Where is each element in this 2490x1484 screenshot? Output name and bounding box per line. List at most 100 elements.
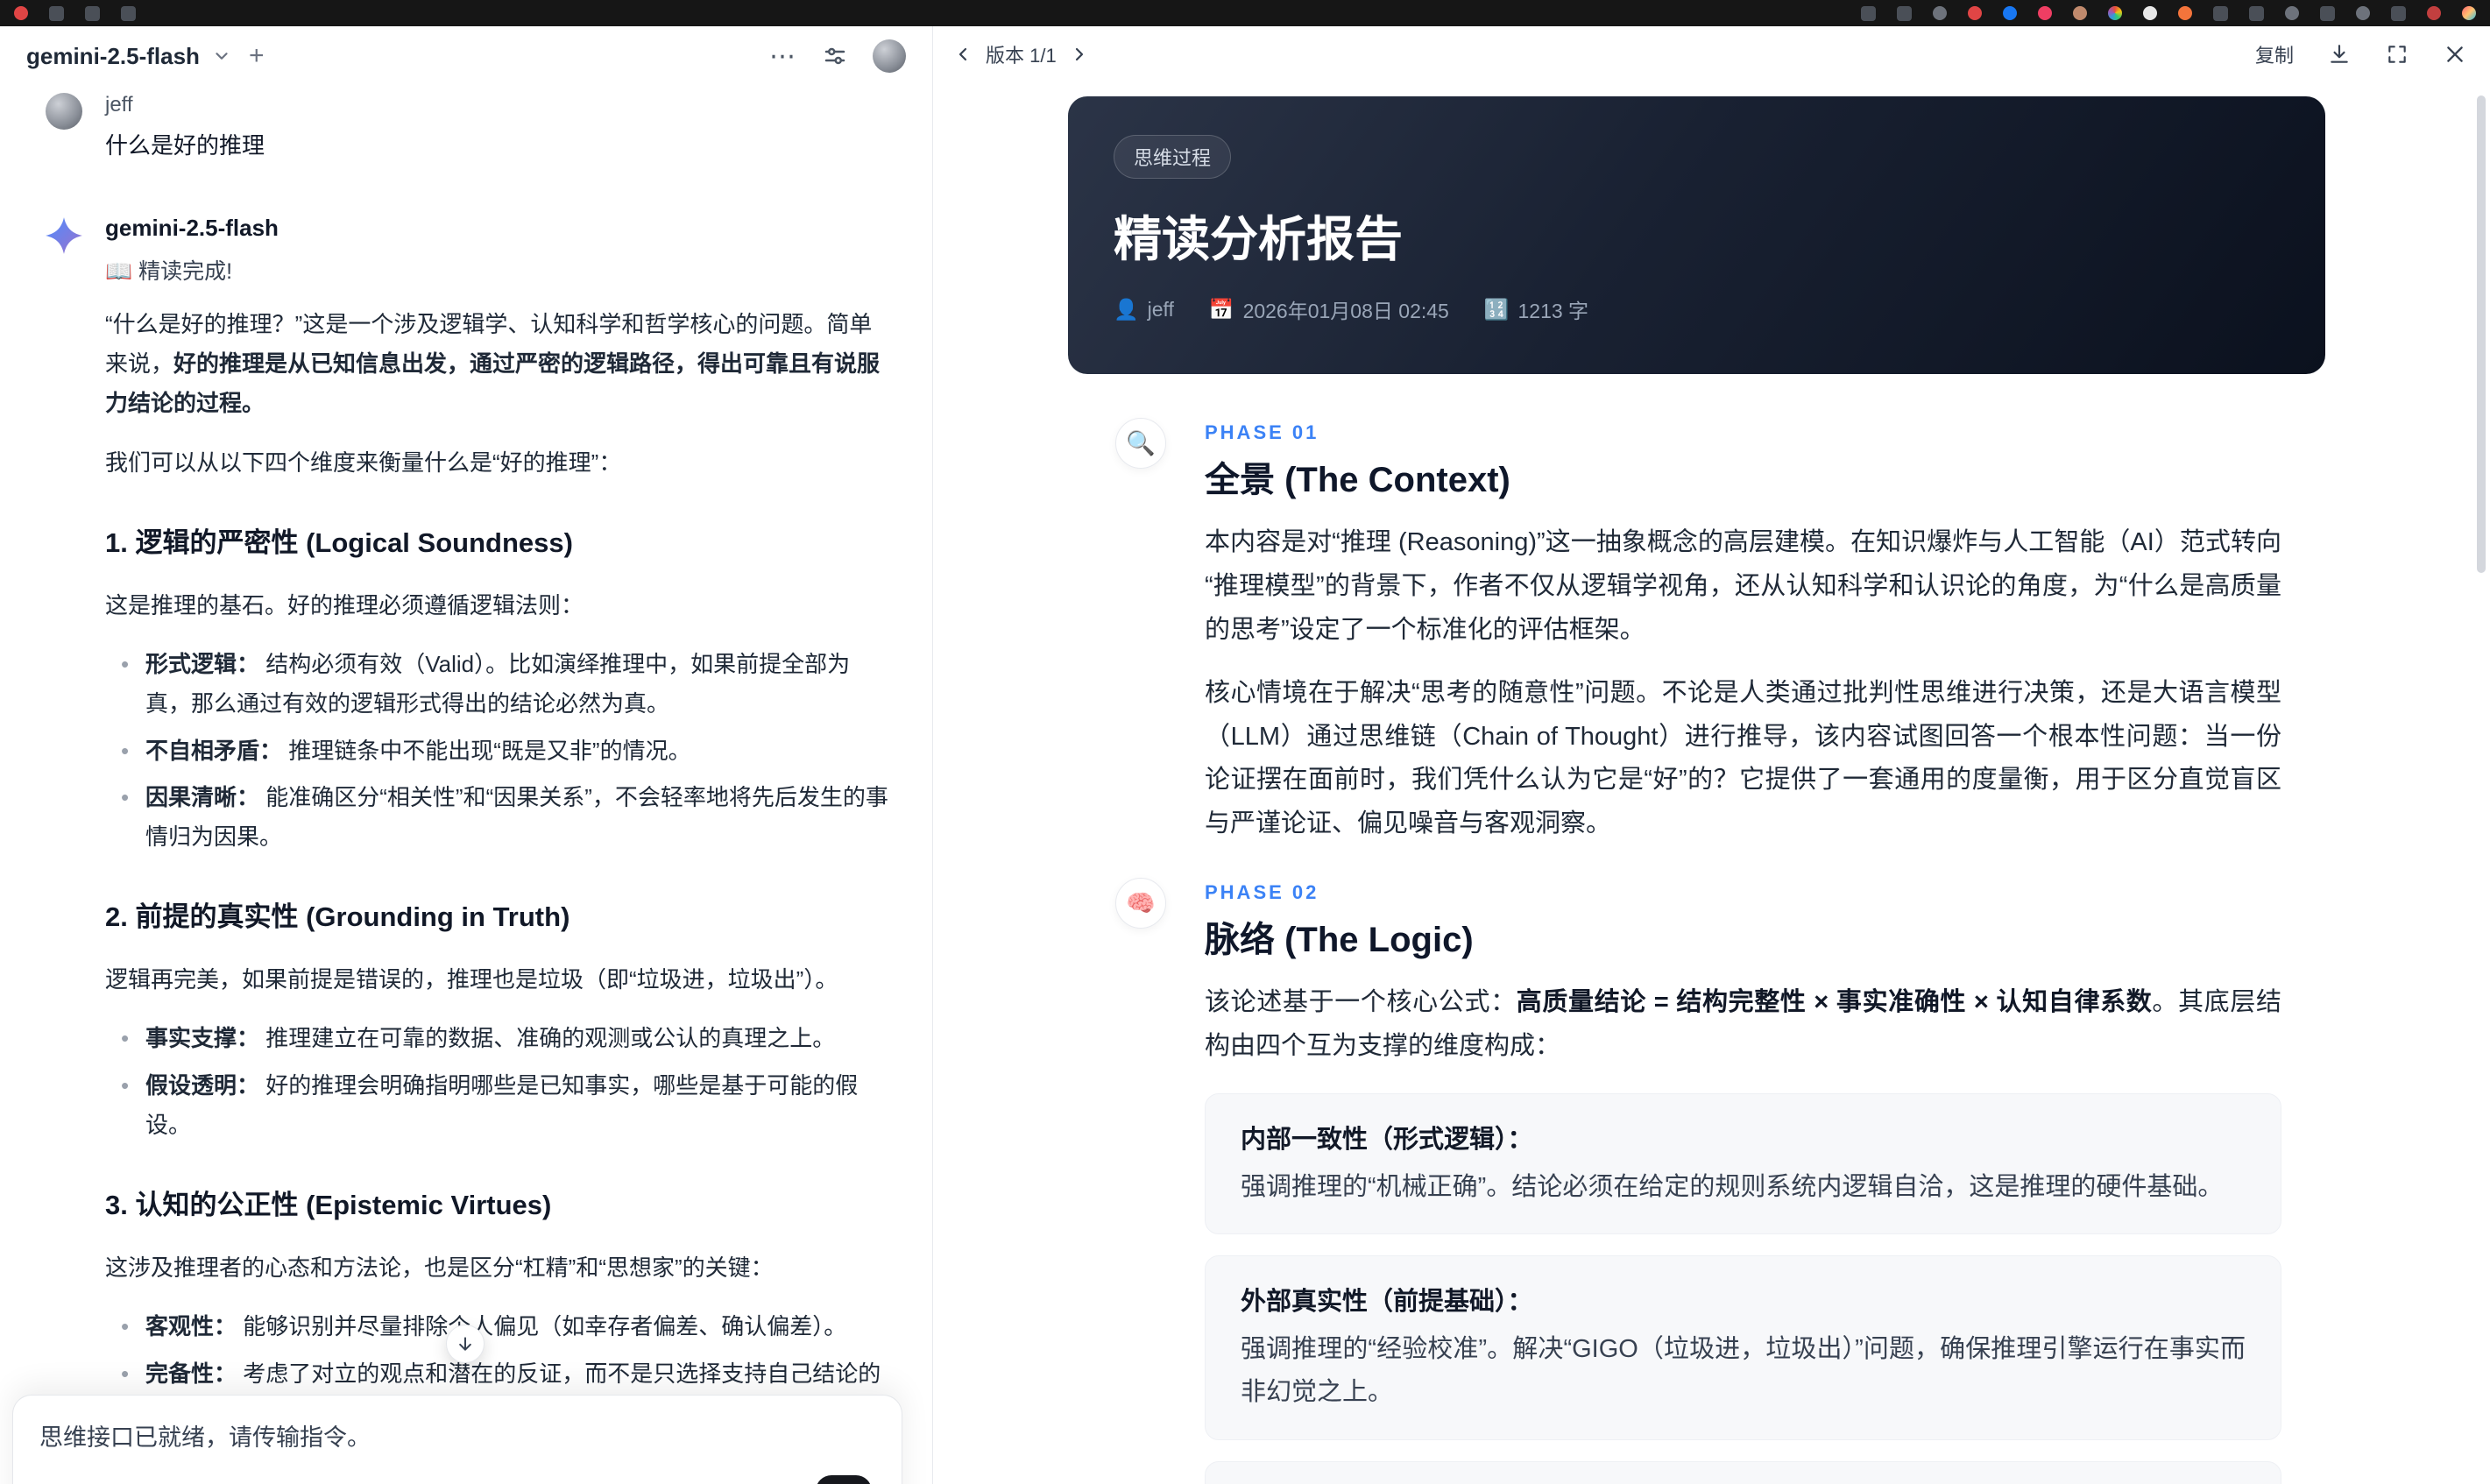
- copy-button[interactable]: 复制: [2255, 40, 2294, 68]
- extension-icon[interactable]: [2356, 6, 2370, 20]
- extension-icon[interactable]: [2249, 5, 2264, 21]
- model-selector[interactable]: gemini-2.5-flash: [26, 43, 200, 70]
- chevron-down-icon[interactable]: [212, 46, 231, 66]
- extension-icon[interactable]: [2178, 6, 2192, 20]
- assistant-message: gemini-2.5-flash 📖 精读完成! “什么是好的推理？”这是一个涉…: [45, 215, 889, 1484]
- list-item: 形式逻辑： 结构必须有效（Valid）。比如演绎推理中，如果前提全部为真，那么通…: [116, 645, 889, 724]
- arrow-down-icon: [459, 1337, 471, 1351]
- section-desc: 这涉及推理者的心态和方法论，也是区分“杠精”和“思想家”的关键：: [105, 1254, 774, 1282]
- section-heading: 3. 认知的公正性 (Epistemic Virtues): [105, 1190, 552, 1221]
- composer-input[interactable]: 思维接口已就绪，请传输指令。: [39, 1418, 875, 1452]
- artifact-toolbar: 版本 1/1 复制: [933, 26, 2490, 82]
- artifact-panel: 版本 1/1 复制 思维过程 精读分析报告 👤 jeff 📅 2026年01月0…: [932, 26, 2490, 1484]
- dimension-card: 主体伦理（认识美德）： 转向推理者的心理特征。引入奥卡姆剃刀和反向论证，旨在克服…: [1205, 1460, 2281, 1484]
- report-title: 精读分析报告: [1114, 212, 1404, 266]
- intro-paragraph: “什么是好的推理？”这是一个涉及逻辑学、认知科学和哲学核心的问题。简单来说，好的…: [105, 311, 881, 417]
- user-avatar: [46, 93, 82, 130]
- extension-icon[interactable]: [2462, 6, 2476, 20]
- meta-author: 👤 jeff: [1114, 297, 1174, 321]
- chevron-left-icon[interactable]: [951, 42, 975, 67]
- extension-icon[interactable]: [1968, 6, 1982, 20]
- bullet-list: 形式逻辑： 结构必须有效（Valid）。比如演绎推理中，如果前提全部为真，那么通…: [105, 645, 889, 857]
- phase-title: 脉络 (The Logic): [1205, 921, 1474, 960]
- version-label: 版本 1/1: [986, 45, 1057, 67]
- card-text: 强调推理的“机械正确”。结论必须在给定的规则系统内逻辑自洽，这是推理的硬件基础。: [1241, 1172, 2224, 1201]
- extension-icon[interactable]: [1897, 5, 1912, 21]
- scrollbar-thumb[interactable]: [2477, 95, 2486, 573]
- meta-date: 📅 2026年01月08日 02:45: [1208, 297, 1449, 323]
- phase-paragraph: 该论述基于一个核心公式：高质量结论 = 结构完整性 × 事实准确性 × 认知自律…: [1205, 988, 2281, 1060]
- core-formula: 高质量结论 = 结构完整性 × 事实准确性 × 认知自律系数: [1516, 988, 2153, 1017]
- chevron-right-icon[interactable]: [1067, 42, 1092, 67]
- person-icon: 👤: [1114, 297, 1139, 321]
- extension-icon[interactable]: [2003, 6, 2017, 20]
- message-author: gemini-2.5-flash: [105, 215, 279, 241]
- phase-section: 🧠 PHASE 02 脉络 (The Logic) 该论述基于一个核心公式：高质…: [933, 878, 2490, 1069]
- dimension-card: 外部真实性（前提基础）： 强调推理的“经验校准”。解决“GIGO（垃圾进，垃圾出…: [1205, 1255, 2281, 1440]
- extension-icon[interactable]: [2108, 6, 2122, 20]
- card-text: 强调推理的“经验校准”。解决“GIGO（垃圾进，垃圾出）”问题，确保推理引擎运行…: [1241, 1335, 2246, 1407]
- phase-section: 🔍 PHASE 01 全景 (The Context) 本内容是对“推理 (Re…: [933, 418, 2490, 846]
- section-heading: 2. 前提的真实性 (Grounding in Truth): [105, 901, 570, 933]
- browser-menu-icon[interactable]: [49, 5, 64, 21]
- phase-title: 全景 (The Context): [1205, 461, 1510, 499]
- composer: 思维接口已就绪，请传输指令。: [12, 1395, 902, 1484]
- list-item: 因果清晰： 能准确区分“相关性”和“因果关系”，不会轻率地将先后发生的事情归为因…: [116, 778, 889, 857]
- artifact-content[interactable]: 思维过程 精读分析报告 👤 jeff 📅 2026年01月08日 02:45 🔢…: [933, 82, 2490, 1484]
- meta-word-count: 🔢 1213 字: [1483, 297, 1589, 323]
- extension-icon[interactable]: [2073, 6, 2087, 20]
- user-message: jeff 什么是好的推理: [45, 91, 889, 160]
- close-icon[interactable]: [2443, 42, 2467, 67]
- assistant-markdown: “什么是好的推理？”这是一个涉及逻辑学、认知科学和哲学核心的问题。简单来说，好的…: [105, 305, 889, 1484]
- extension-icon[interactable]: [2038, 6, 2052, 20]
- list-item: 假设透明： 好的推理会明确指明哪些是已知事实，哪些是基于可能的假设。: [116, 1066, 889, 1145]
- phase-label: PHASE 01: [1205, 421, 1319, 443]
- gemini-star-icon: [45, 216, 83, 255]
- chat-header: gemini-2.5-flash + ⋯: [0, 26, 932, 86]
- more-options-icon[interactable]: ⋯: [769, 41, 797, 72]
- section-desc: 这是推理的基石。好的推理必须遵循逻辑法则：: [105, 591, 584, 618]
- browser-top-bar: [0, 0, 2490, 26]
- list-item: 不自相矛盾： 推理链条中不能出现“既是又非”的情况。: [116, 731, 889, 771]
- section-desc: 逻辑再完美，如果前提是错误的，推理也是垃圾（即“垃圾进，垃圾出”）。: [105, 966, 838, 993]
- download-icon[interactable]: [2327, 42, 2352, 67]
- new-chat-button[interactable]: +: [249, 41, 265, 71]
- window-close-icon[interactable]: [14, 6, 28, 20]
- brain-icon: 🧠: [1115, 878, 1166, 929]
- extension-icon[interactable]: [2320, 5, 2335, 21]
- extension-icon[interactable]: [2427, 6, 2441, 20]
- voice-input-button[interactable]: [816, 1475, 872, 1484]
- report-hero-card: 思维过程 精读分析报告 👤 jeff 📅 2026年01月08日 02:45 🔢…: [1068, 96, 2325, 374]
- extension-icon[interactable]: [1861, 5, 1876, 21]
- extension-icon[interactable]: [2143, 6, 2157, 20]
- magnifier-icon: 🔍: [1115, 418, 1166, 469]
- extension-icon[interactable]: [2285, 6, 2299, 20]
- list-item: 事实支撑： 推理建立在可靠的数据、准确的观测或公认的真理之上。: [116, 1019, 889, 1058]
- report-meta: 👤 jeff 📅 2026年01月08日 02:45 🔢 1213 字: [1114, 294, 2280, 324]
- chat-scroll-area[interactable]: jeff 什么是好的推理 gemini-2.5-flash 📖 精读完成! “什…: [0, 86, 932, 1484]
- phase-label: PHASE 02: [1205, 881, 1319, 904]
- browser-tabs-icon[interactable]: [85, 5, 100, 21]
- calendar-icon: 📅: [1208, 297, 1234, 321]
- extension-icon[interactable]: [2391, 5, 2406, 21]
- message-text: 什么是好的推理: [105, 132, 265, 159]
- settings-sliders-icon[interactable]: [822, 43, 848, 69]
- app-window: gemini-2.5-flash + ⋯ jeff 什么是好的推理 gemini…: [0, 26, 2490, 1484]
- extension-icon[interactable]: [1933, 6, 1947, 20]
- phase-paragraph: 核心情境在于解决“思考的随意性”问题。不论是人类通过批判性思维进行决策，还是大语…: [1205, 678, 2281, 838]
- fullscreen-icon[interactable]: [2385, 42, 2409, 67]
- chat-panel: gemini-2.5-flash + ⋯ jeff 什么是好的推理 gemini…: [0, 26, 932, 1484]
- scroll-to-bottom-button[interactable]: [446, 1325, 485, 1363]
- counter-icon: 🔢: [1483, 297, 1510, 321]
- status-line: 📖 精读完成!: [105, 259, 233, 284]
- composer-toolbar: [39, 1475, 875, 1484]
- phase-paragraph: 本内容是对“推理 (Reasoning)”这一抽象概念的高层建模。在知识爆炸与人…: [1205, 528, 2281, 644]
- user-avatar[interactable]: [873, 39, 906, 73]
- bullet-list: 事实支撑： 推理建立在可靠的数据、准确的观测或公认的真理之上。 假设透明： 好的…: [105, 1019, 889, 1145]
- dimension-cards: 内部一致性（形式逻辑）： 强调推理的“机械正确”。结论必须在给定的规则系统内逻辑…: [1205, 1092, 2281, 1484]
- lead-paragraph: 我们可以从以下四个维度来衡量什么是“好的推理”：: [105, 449, 622, 476]
- extension-icon[interactable]: [2213, 5, 2228, 21]
- browser-nav-icon[interactable]: [121, 5, 136, 21]
- report-badge: 思维过程: [1114, 135, 1232, 179]
- card-title: 外部真实性（前提基础）：: [1241, 1288, 1533, 1317]
